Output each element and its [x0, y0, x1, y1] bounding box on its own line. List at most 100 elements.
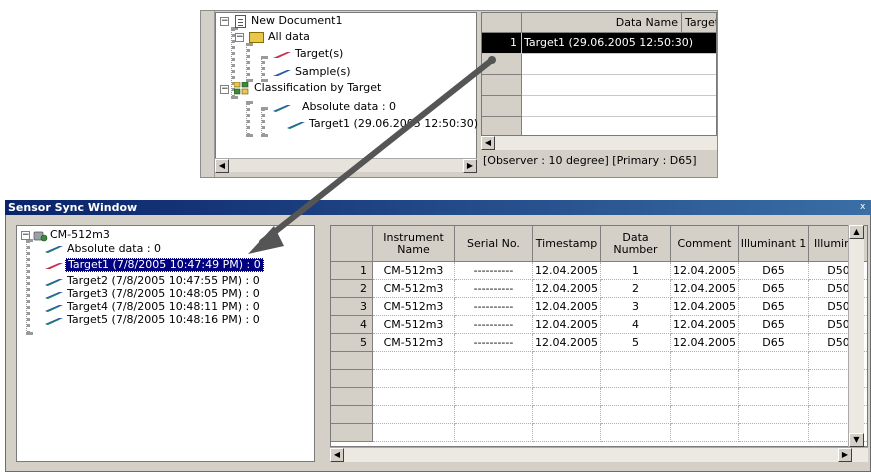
- grid-cell[interactable]: D65: [739, 262, 809, 280]
- empty-grid-cell[interactable]: [533, 406, 601, 424]
- column-header-timestamp[interactable]: Timestamp: [533, 226, 601, 262]
- empty-grid-cell[interactable]: [455, 352, 533, 370]
- empty-grid-cell[interactable]: [671, 406, 739, 424]
- row-header[interactable]: [482, 75, 522, 96]
- column-header-data-name[interactable]: Data Name: [522, 13, 682, 33]
- grid-cell[interactable]: 12.04.2005: [533, 334, 601, 352]
- empty-grid-cell[interactable]: [373, 370, 455, 388]
- empty-grid-cell[interactable]: [739, 352, 809, 370]
- tree-item-target[interactable]: Target3 (7/8/2005 10:48:05 PM) : 0: [67, 287, 260, 301]
- grid-cell[interactable]: ----------: [455, 334, 533, 352]
- window-title[interactable]: Sensor Sync Window: [5, 200, 871, 215]
- panel-splitter[interactable]: [201, 11, 215, 177]
- empty-grid-cell[interactable]: [455, 370, 533, 388]
- tree-item-samples[interactable]: Sample(s): [295, 65, 351, 79]
- row-header[interactable]: 1: [331, 262, 373, 280]
- row-header[interactable]: [482, 54, 522, 75]
- row-header[interactable]: [331, 424, 373, 442]
- column-header-illuminant-1[interactable]: Illuminant 1: [739, 226, 809, 262]
- collapse-toggle[interactable]: −: [220, 17, 229, 26]
- document-tree[interactable]: − New Document1 − All data Target(s) Sam…: [215, 12, 496, 170]
- scroll-down-button[interactable]: ▼: [849, 433, 864, 447]
- tree-item-classification[interactable]: Classification by Target: [254, 81, 381, 95]
- grid-vertical-scrollbar[interactable]: ▲ ▼: [848, 225, 864, 447]
- row-header[interactable]: 3: [331, 298, 373, 316]
- grid-cell[interactable]: ----------: [455, 298, 533, 316]
- empty-grid-cell[interactable]: [601, 370, 671, 388]
- empty-grid-cell[interactable]: [373, 352, 455, 370]
- grid-cell[interactable]: 12.04.2005: [671, 280, 739, 298]
- empty-grid-cell[interactable]: [671, 388, 739, 406]
- row-header[interactable]: 1: [482, 33, 522, 54]
- empty-grid-cell[interactable]: [739, 388, 809, 406]
- collapse-toggle[interactable]: −: [235, 33, 244, 42]
- grid-cell[interactable]: D65: [739, 280, 809, 298]
- measurement-grid[interactable]: Instrument Name Serial No. Timestamp Dat…: [330, 225, 868, 447]
- row-header[interactable]: [331, 352, 373, 370]
- top-data-grid[interactable]: Data Name Target 1 Target1 (29.06.2005 1…: [481, 12, 717, 136]
- empty-grid-cell[interactable]: [739, 370, 809, 388]
- empty-grid-cell[interactable]: [373, 424, 455, 442]
- row-header[interactable]: [331, 370, 373, 388]
- scroll-left-button[interactable]: ◀: [330, 448, 344, 462]
- grid-cell[interactable]: CM-512m3: [373, 298, 455, 316]
- tree-item-target[interactable]: Target2 (7/8/2005 10:47:55 PM) : 0: [67, 274, 260, 288]
- grid-cell[interactable]: CM-512m3: [373, 334, 455, 352]
- row-header[interactable]: 2: [331, 280, 373, 298]
- grid-cell[interactable]: 1: [601, 262, 671, 280]
- empty-grid-cell[interactable]: [601, 424, 671, 442]
- empty-grid-cell[interactable]: [601, 406, 671, 424]
- tree-item-target1[interactable]: Target1 (29.06.2005 12:50:30) : 0: [309, 117, 496, 131]
- scroll-up-button[interactable]: ▲: [849, 225, 864, 239]
- selected-row-cell[interactable]: Target1 (29.06.2005 12:50:30): [522, 33, 716, 54]
- grid-cell[interactable]: CM-512m3: [373, 262, 455, 280]
- row-header[interactable]: 5: [331, 334, 373, 352]
- tree-item-target[interactable]: Target4 (7/8/2005 10:48:11 PM) : 0: [67, 300, 260, 314]
- grid-cell[interactable]: D65: [739, 316, 809, 334]
- column-header-comment[interactable]: Comment: [671, 226, 739, 262]
- tree-item-target-selected[interactable]: Target1 (7/8/2005 10:47:49 PM) : 0: [65, 258, 264, 272]
- empty-grid-cell[interactable]: [373, 388, 455, 406]
- empty-grid-cell[interactable]: [671, 424, 739, 442]
- empty-row[interactable]: [522, 117, 716, 135]
- empty-row[interactable]: [522, 75, 716, 96]
- grid-cell[interactable]: 12.04.2005: [533, 262, 601, 280]
- tree-item-absolute[interactable]: Absolute data : 0: [302, 100, 396, 114]
- grid-cell[interactable]: CM-512m3: [373, 316, 455, 334]
- grid-cell[interactable]: 4: [601, 316, 671, 334]
- empty-grid-cell[interactable]: [533, 370, 601, 388]
- tree-item-absolute[interactable]: Absolute data : 0: [67, 242, 161, 256]
- grid-cell[interactable]: CM-512m3: [373, 280, 455, 298]
- row-header[interactable]: [331, 406, 373, 424]
- row-header[interactable]: [482, 96, 522, 117]
- tree-item-targets[interactable]: Target(s): [295, 47, 343, 61]
- grid-cell[interactable]: 5: [601, 334, 671, 352]
- grid-cell[interactable]: 2: [601, 280, 671, 298]
- empty-grid-cell[interactable]: [739, 406, 809, 424]
- column-header-data-number[interactable]: Data Number: [601, 226, 671, 262]
- grid-cell[interactable]: 12.04.2005: [671, 316, 739, 334]
- row-header[interactable]: 4: [331, 316, 373, 334]
- grid-cell[interactable]: 12.04.2005: [533, 280, 601, 298]
- empty-grid-cell[interactable]: [533, 424, 601, 442]
- grid-cell[interactable]: ----------: [455, 316, 533, 334]
- scroll-right-button[interactable]: ▶: [838, 448, 852, 462]
- grid-cell[interactable]: 3: [601, 298, 671, 316]
- empty-grid-cell[interactable]: [533, 388, 601, 406]
- empty-grid-cell[interactable]: [455, 388, 533, 406]
- empty-grid-cell[interactable]: [455, 406, 533, 424]
- column-header-serial-no[interactable]: Serial No.: [455, 226, 533, 262]
- empty-grid-cell[interactable]: [601, 388, 671, 406]
- column-header-target[interactable]: Target: [682, 13, 716, 33]
- empty-grid-cell[interactable]: [739, 424, 809, 442]
- collapse-toggle[interactable]: −: [220, 85, 229, 94]
- scroll-left-button[interactable]: ◀: [481, 136, 495, 150]
- empty-grid-cell[interactable]: [455, 424, 533, 442]
- grid-horizontal-scrollbar[interactable]: ◀ ▶: [330, 447, 868, 462]
- grid-cell[interactable]: 12.04.2005: [671, 334, 739, 352]
- close-icon[interactable]: x: [860, 201, 871, 214]
- empty-grid-cell[interactable]: [671, 370, 739, 388]
- grid-cell[interactable]: ----------: [455, 262, 533, 280]
- tree-item-target[interactable]: Target5 (7/8/2005 10:48:16 PM) : 0: [67, 313, 260, 327]
- empty-grid-cell[interactable]: [373, 406, 455, 424]
